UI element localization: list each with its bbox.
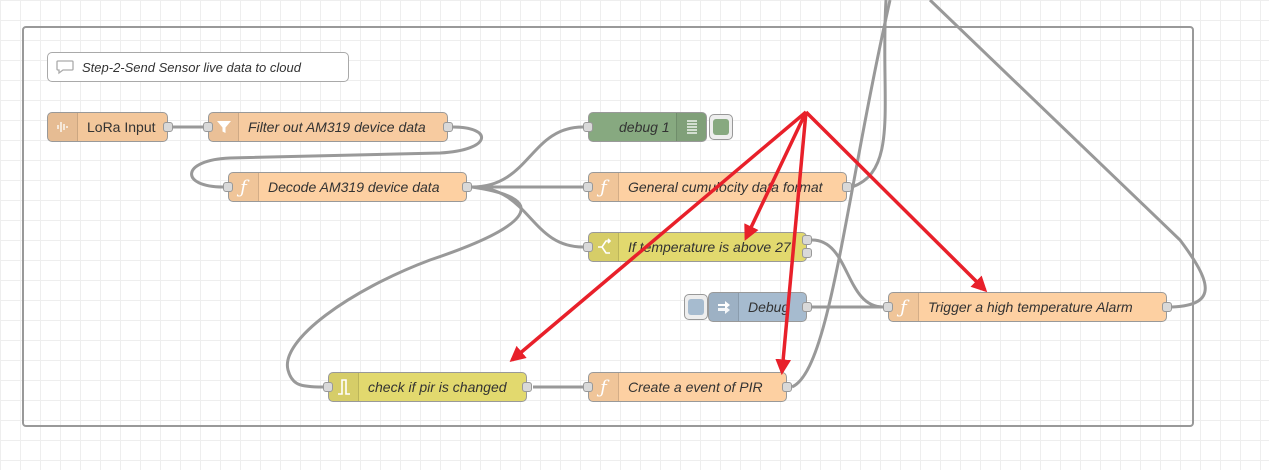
flow-canvas[interactable]: Step-2-Send Sensor live data to cloud Lo… [0, 0, 1269, 470]
annotation-arrows [509, 110, 988, 376]
annotation-arrow-to-trigger [804, 110, 988, 293]
annotation-arrow-to-rbe [509, 110, 808, 363]
